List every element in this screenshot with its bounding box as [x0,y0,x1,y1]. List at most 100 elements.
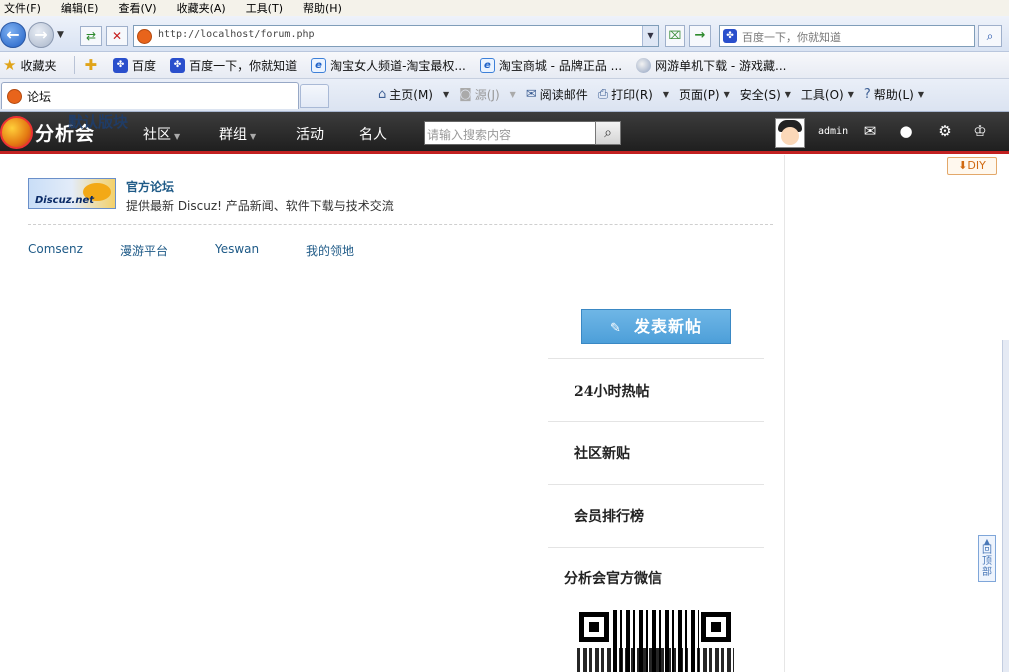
address-dropdown-icon[interactable]: ▼ [642,26,658,46]
new-tab-button[interactable] [300,84,329,108]
user-profile-icon[interactable]: ● [896,122,916,140]
back-to-top-label: 回顶部 [982,545,992,578]
feeds-label: 源(J) [474,87,500,102]
divider [548,421,764,422]
read-mail-button[interactable]: ✉ 阅读邮件 [526,86,588,103]
divider [548,484,764,485]
ie-page-icon: e [311,57,327,73]
menu-help[interactable]: 帮助(H) [303,0,342,16]
favorites-label: 收藏夹 [20,58,57,73]
ghost-heading: 默认版块 [68,113,129,131]
safety-label: 安全(S) [739,87,781,102]
qr-finder [579,612,609,642]
avatar[interactable] [775,118,805,148]
favorites-button[interactable]: ★ 收藏夹 [0,56,56,74]
site-favicon [137,29,152,44]
new-post-button[interactable]: ✎ 发表新帖 [581,309,731,344]
home-button[interactable]: ⌂ 主页(M) ▼ [378,86,449,103]
friend-link[interactable]: 我的领地 [306,242,354,259]
qr-finder [701,612,731,642]
sidebar-item-hot-24h[interactable]: 24小时热帖 [574,381,649,401]
favorite-link[interactable]: e 淘宝商城 - 品牌正品 ... [479,57,623,74]
address-bar[interactable]: http://localhost/forum.php ▼ [133,25,659,47]
favorite-link[interactable]: e 淘宝女人频道-淘宝最权... [311,57,466,74]
page-scrollbar[interactable] [1002,340,1009,672]
safety-menu-button[interactable]: 安全(S) ▼ [740,86,791,103]
browser-search-button[interactable]: ⌕ [978,25,1002,47]
chevron-down-icon: ▼ [174,132,181,141]
nav-celebrities-label: 名人 [359,127,387,143]
sidebar-item-new-posts[interactable]: 社区新贴 [574,443,630,463]
favorite-link-label: 网游单机下载 - 游戏藏... [655,58,787,73]
forum-header: 分析会 默认版块 社区 ▼ 群组 ▼ 活动 名人 请输入搜索内容 ⌕ admin ✉… [0,112,1009,154]
sidebar-item-member-ranking[interactable]: 会员排行榜 [574,506,644,526]
refresh-button[interactable]: ⇄ [80,26,102,46]
browser-search-input[interactable]: ✤ 百度一下，你就知道 [719,25,975,47]
print-button[interactable]: ⎙ 打印(R) ▼ [598,86,669,103]
gear-icon[interactable]: ⚙ [935,122,955,140]
favorite-link[interactable]: 网游单机下载 - 游戏藏... [636,57,786,74]
crown-icon[interactable]: ♔ [970,122,990,140]
favorite-link[interactable]: ✤ 百度一下，你就知道 [170,57,297,74]
back-button[interactable]: ← [0,22,26,48]
favorite-link-label: 百度 [132,58,157,73]
help-icon: ? [863,86,871,102]
discuz-logo[interactable]: Discuz.net [28,178,116,209]
block-title-link[interactable]: 官方论坛 [126,178,174,195]
nav-celebrities[interactable]: 名人 [359,124,387,144]
chevron-down-icon: ▼ [723,89,730,99]
feeds-button[interactable]: ◙ 源(J) ▼ [459,86,516,103]
menu-favorites[interactable]: 收藏夹(A) [177,0,226,16]
divider [548,547,764,548]
edit-icon: ✎ [610,321,622,336]
new-post-label: 发表新帖 [633,317,702,336]
download-arrow-icon: ⬇ [958,159,968,172]
envelope-icon[interactable]: ✉ [860,122,880,140]
friend-link[interactable]: Yeswan [215,242,259,256]
baidu-paw-icon: ✤ [723,29,737,43]
favorite-link-label: 淘宝女人频道-淘宝最权... [330,58,466,73]
home-label: 主页(M) [389,87,433,102]
go-button[interactable]: → [689,25,711,47]
wechat-title: 分析会官方微信 [564,571,662,587]
chevron-down-icon[interactable]: ▼ [663,90,669,99]
mail-icon: ✉ [525,86,537,102]
chevron-down-icon[interactable]: ▼ [443,90,449,99]
site-favicon [7,88,22,104]
browser-menubar: 文件(F) 编辑(E) 查看(V) 收藏夹(A) 工具(T) 帮助(H) [0,0,1009,16]
tab-forum[interactable]: 论坛 [1,82,299,109]
page-menu-button[interactable]: 页面(P) ▼ [679,86,730,103]
forum-search-input[interactable]: 请输入搜索内容 [424,121,596,145]
username[interactable]: admin [818,126,848,137]
favorite-link[interactable]: ✤ 百度 [113,57,156,74]
ie-page-icon: e [479,57,495,73]
history-dropdown-icon[interactable]: ▼ [57,30,64,40]
browser-address-row: ← → ▼ ⇄ ✕ http://localhost/forum.php ▼ ⌧… [0,16,1009,52]
menu-tools[interactable]: 工具(T) [246,0,283,16]
menu-file[interactable]: 文件(F) [4,0,41,16]
search-icon[interactable]: ⌕ [595,121,621,145]
friend-link[interactable]: Comsenz [28,242,83,256]
diy-button[interactable]: ⬇DIY [947,157,997,175]
menu-view[interactable]: 查看(V) [118,0,156,16]
compatibility-view-icon[interactable]: ⌧ [665,25,685,47]
up-arrow-icon: ▲ [983,537,991,546]
friend-link[interactable]: 漫游平台 [120,242,168,259]
add-favorite-button[interactable]: ✚ [81,56,99,74]
forward-button[interactable]: → [28,22,54,48]
nav-community[interactable]: 社区 ▼ [143,124,180,144]
help-menu-button[interactable]: ? 帮助(L) ▼ [864,86,924,103]
chevron-down-icon[interactable]: ▼ [510,90,516,99]
chevron-down-icon: ▼ [917,89,925,99]
diy-label: DIY [967,159,986,172]
nav-groups-label: 群组 [219,127,247,143]
star-icon: ★ [3,56,17,74]
address-url[interactable]: http://localhost/forum.php [158,29,315,40]
nav-groups[interactable]: 群组 ▼ [219,124,256,144]
tools-menu-button[interactable]: 工具(O) ▼ [801,86,854,103]
back-to-top-button[interactable]: ▲ 回顶部 [978,535,996,582]
favorite-link-label: 淘宝商城 - 品牌正品 ... [498,58,623,73]
nav-events[interactable]: 活动 [296,124,324,144]
menu-edit[interactable]: 编辑(E) [61,0,99,16]
stop-button[interactable]: ✕ [106,26,128,46]
